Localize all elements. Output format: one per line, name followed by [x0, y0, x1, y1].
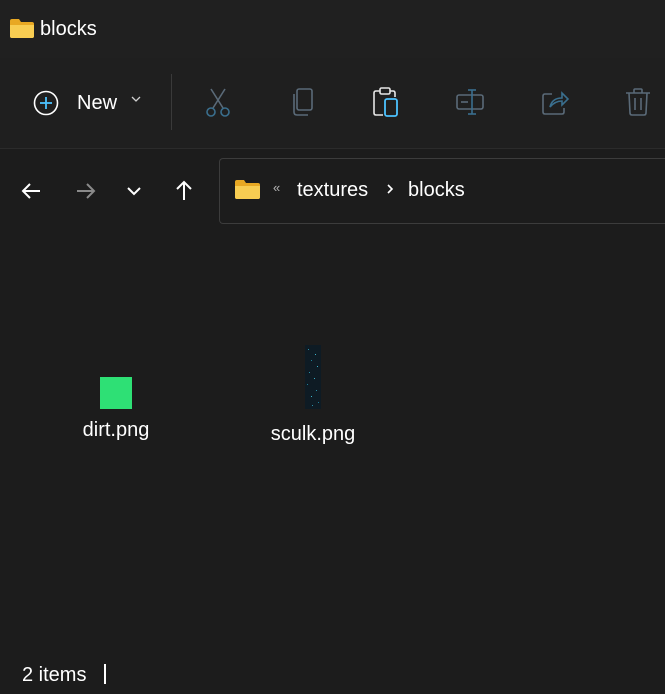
command-divider [171, 74, 172, 130]
tab-blocks[interactable]: blocks [0, 0, 665, 58]
folder-icon [10, 19, 34, 38]
file-item-dirt[interactable]: dirt.png [61, 377, 171, 442]
plus-circle-icon [33, 90, 59, 116]
command-bar: New [0, 58, 665, 149]
copy-icon[interactable] [288, 86, 318, 118]
arrow-right-icon[interactable] [72, 177, 100, 205]
status-divider [104, 664, 106, 684]
trash-icon[interactable] [623, 86, 653, 118]
chevron-right-icon[interactable] [385, 181, 395, 197]
share-icon[interactable] [540, 86, 570, 118]
file-item-sculk[interactable]: sculk.png [258, 345, 368, 446]
item-count: 2 items [22, 664, 87, 686]
arrow-left-icon[interactable] [18, 177, 46, 205]
chevron-down-icon[interactable] [120, 177, 148, 205]
scissors-icon[interactable] [203, 86, 233, 118]
file-name: dirt.png [82, 419, 150, 441]
arrow-up-icon[interactable] [170, 177, 198, 205]
new-button-label: New [77, 92, 118, 114]
title-bar: blocks [0, 0, 665, 58]
tab-title: blocks [40, 18, 97, 40]
folder-icon [235, 180, 260, 199]
chevron-down-icon [131, 96, 141, 102]
breadcrumb-blocks[interactable]: blocks [408, 179, 465, 202]
file-list: dirt.png sculk.png [0, 234, 665, 654]
breadcrumb-textures[interactable]: textures [297, 179, 368, 202]
status-bar: 2 items [0, 654, 665, 694]
file-name: sculk.png [270, 423, 356, 445]
image-thumbnail [305, 345, 321, 409]
breadcrumb-overflow[interactable]: « [273, 180, 280, 195]
clipboard-paste-icon[interactable] [371, 86, 401, 118]
image-thumbnail [100, 377, 132, 409]
address-bar[interactable]: « textures blocks [219, 158, 665, 224]
file-explorer-window: blocks New « textures blocks dirt.png sc… [0, 0, 665, 694]
navigation-bar: « textures blocks [0, 149, 665, 233]
new-button[interactable]: New [33, 86, 145, 120]
rename-icon[interactable] [455, 86, 485, 118]
